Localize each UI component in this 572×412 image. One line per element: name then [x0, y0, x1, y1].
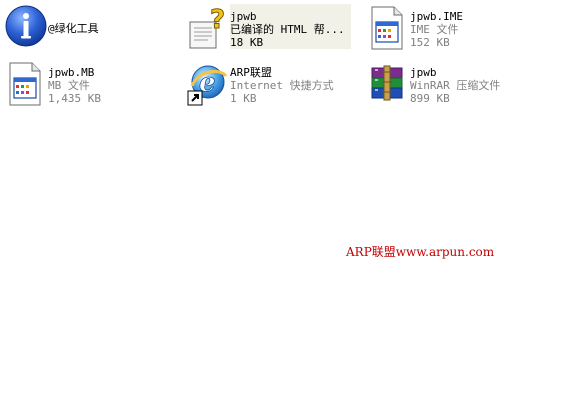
file-size: 18 KB — [230, 36, 264, 49]
file-item-text: jpwb 已编译的 HTML 帮... 18 KB — [230, 4, 351, 49]
mb-file-icon — [4, 60, 48, 108]
file-size: 1 KB — [230, 92, 257, 105]
file-item-jpwb-mb[interactable]: jpwb.MB MB 文件 1,435 KB — [4, 60, 101, 114]
file-item-text: ARP联盟 Internet 快捷方式 1 KB — [230, 60, 334, 105]
file-name: jpwb — [410, 66, 437, 79]
file-size: 152 KB — [410, 36, 450, 49]
file-type: MB 文件 — [48, 79, 90, 92]
file-name: ARP联盟 — [230, 66, 272, 79]
file-size: 1,435 KB — [48, 92, 101, 105]
file-item-jpwb-help[interactable]: ? jpwb 已编译的 HTML 帮... 18 KB — [186, 4, 351, 58]
svg-text:?: ? — [210, 5, 225, 35]
info-icon — [4, 4, 48, 52]
file-item-text: jpwb WinRAR 压缩文件 899 KB — [410, 60, 500, 105]
file-name: jpwb.IME — [410, 10, 463, 23]
file-type: WinRAR 压缩文件 — [410, 79, 501, 92]
file-item-text: jpwb.MB MB 文件 1,435 KB — [48, 60, 101, 105]
file-item-jpwb-ime[interactable]: jpwb.IME IME 文件 152 KB — [366, 4, 463, 58]
help-file-icon: ? — [186, 4, 230, 52]
file-item-text: @绿化工具 — [48, 4, 99, 35]
file-size: 899 KB — [410, 92, 450, 105]
file-item-text: jpwb.IME IME 文件 152 KB — [410, 4, 463, 49]
internet-shortcut-icon: e — [186, 60, 230, 108]
file-name: @绿化工具 — [48, 22, 99, 35]
file-name: jpwb — [230, 10, 257, 23]
winrar-archive-icon — [366, 60, 410, 108]
ime-file-icon — [366, 4, 410, 52]
file-name: jpwb.MB — [48, 66, 95, 79]
watermark-text: ARP联盟www.arpun.com — [346, 245, 495, 259]
file-type: Internet 快捷方式 — [230, 79, 334, 92]
file-item-jpwb-rar[interactable]: jpwb WinRAR 压缩文件 899 KB — [366, 60, 500, 114]
file-type: IME 文件 — [410, 23, 459, 36]
file-item-arp-shortcut[interactable]: e ARP联盟 Internet 快捷方式 1 KB — [186, 60, 334, 114]
file-type: 已编译的 HTML 帮... — [230, 23, 345, 36]
file-browser-pane: @绿化工具 ? jpwb 已编译的 HTML 帮... 18 KB jpwb.I… — [0, 0, 572, 412]
file-item-green-tool[interactable]: @绿化工具 — [4, 4, 99, 58]
